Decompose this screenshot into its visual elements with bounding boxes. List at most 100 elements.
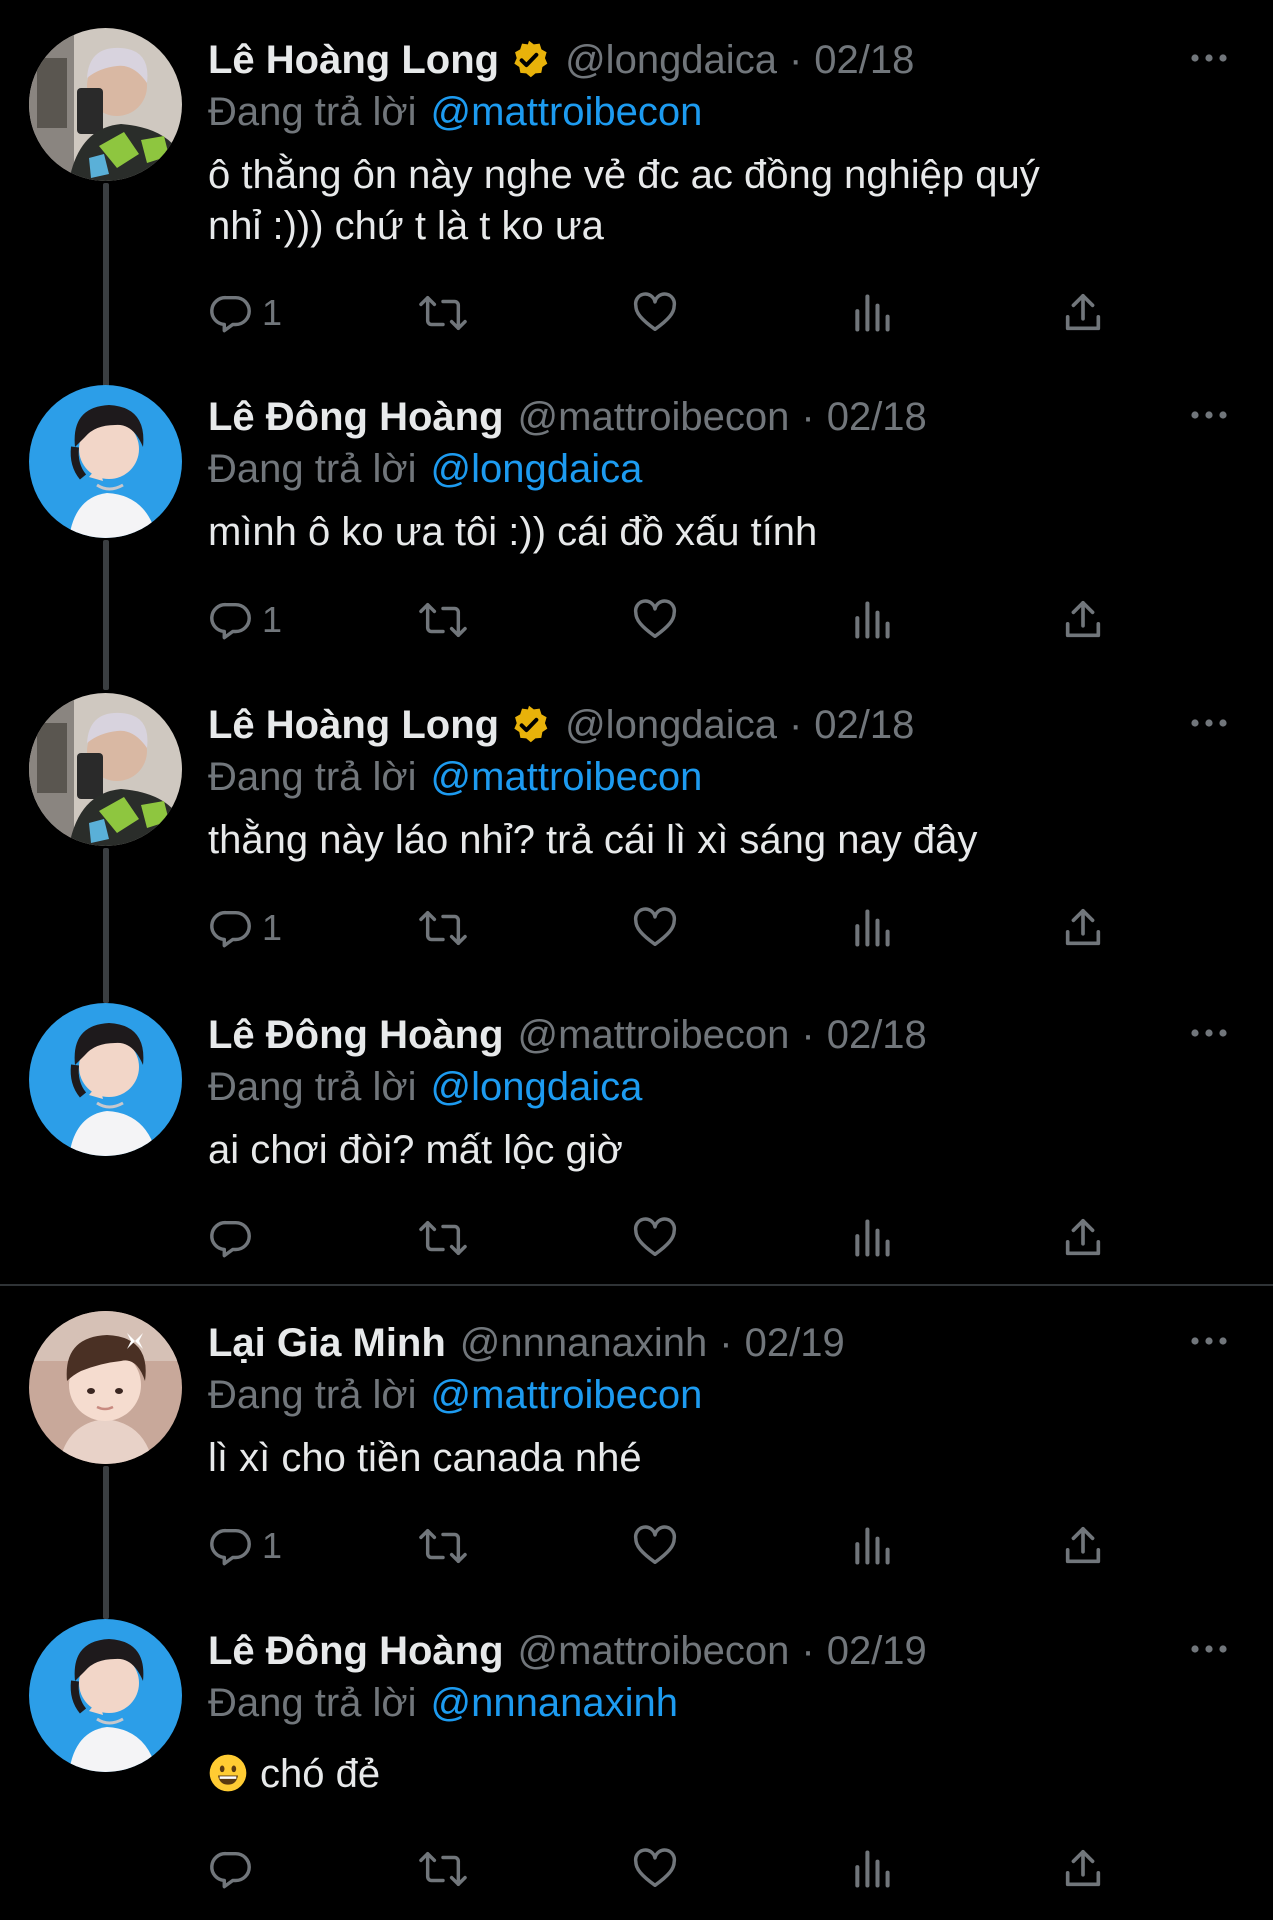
share-button[interactable] [1060,288,1106,338]
share-icon [1065,1849,1101,1887]
replying-to-handle[interactable]: @mattroibecon [431,755,703,799]
avatar[interactable] [29,693,182,846]
replying-to-handle[interactable]: @mattroibecon [431,1373,703,1417]
more-icon[interactable] [1189,1021,1229,1045]
tweet-actions: 1 [208,903,1108,953]
share-button[interactable] [1060,903,1106,953]
like-button[interactable] [632,1844,678,1894]
views-button[interactable] [850,1844,894,1894]
avatar[interactable] [29,1003,182,1156]
replying-to-handle[interactable]: @longdaica [431,447,643,491]
retweet-icon [419,295,467,331]
tweet-actions: 1 [208,1521,1108,1571]
display-name[interactable]: Lê Đông Hoàng [208,393,504,441]
reply-button[interactable] [208,1844,262,1894]
share-icon [1065,908,1101,946]
replying-to-handle[interactable]: @nnnanaxinh [431,1681,678,1725]
heart-icon [633,292,677,332]
reply-count: 1 [262,1525,283,1566]
avatar[interactable] [29,1311,182,1464]
replying-to-handle[interactable]: @longdaica [431,1065,643,1109]
replying-to: Đang trả lời @mattroibecon [208,88,702,136]
handle[interactable]: @longdaica [565,36,777,84]
handle[interactable]: @mattroibecon [518,1011,790,1059]
heart-icon [633,907,677,947]
retweet-icon [419,1528,467,1564]
replying-to: Đang trả lời @mattroibecon [208,753,702,801]
share-button[interactable] [1060,1213,1106,1263]
retweet-button[interactable] [418,903,468,953]
reply-button[interactable]: 1 [208,1521,282,1571]
views-button[interactable] [850,1521,894,1571]
reply-button[interactable]: 1 [208,288,282,338]
share-button[interactable] [1060,1844,1106,1894]
avatar[interactable] [29,28,182,181]
more-icon[interactable] [1189,711,1229,735]
timestamp[interactable]: 02/19 [827,1627,927,1675]
reply-button[interactable]: 1 [208,595,282,645]
reply-count: 1 [262,599,283,640]
timestamp[interactable]: 02/19 [745,1319,845,1367]
avatar-long-image [29,693,182,846]
more-icon[interactable] [1189,403,1229,427]
share-button[interactable] [1060,1521,1106,1571]
timestamp[interactable]: 02/18 [814,36,914,84]
like-button[interactable] [632,1521,678,1571]
reply-button[interactable] [208,1213,262,1263]
display-name[interactable]: Lại Gia Minh [208,1319,446,1367]
conversation-divider [0,1284,1273,1286]
handle[interactable]: @longdaica [565,701,777,749]
tweet-actions [208,1213,1108,1263]
views-button[interactable] [850,595,894,645]
display-name[interactable]: Lê Đông Hoàng [208,1627,504,1675]
handle[interactable]: @mattroibecon [518,1627,790,1675]
more-icon[interactable] [1189,46,1229,70]
thread-line [103,848,109,1003]
display-name[interactable]: Lê Hoàng Long [208,701,499,749]
display-name[interactable]: Lê Đông Hoàng [208,1011,504,1059]
avatar[interactable] [29,1619,182,1772]
timestamp[interactable]: 02/18 [827,1011,927,1059]
retweet-button[interactable] [418,288,468,338]
verified-badge-icon [507,38,551,82]
replying-to-label: Đang trả lời [208,1373,417,1417]
retweet-button[interactable] [418,1844,468,1894]
handle[interactable]: @nnnanaxinh [460,1319,707,1367]
tweet-text-line: nhỉ :))) chứ t là t ko ưa [208,204,604,248]
retweet-button[interactable] [418,1521,468,1571]
more-icon[interactable] [1189,1637,1229,1661]
views-icon [855,1527,890,1565]
replying-to-label: Đang trả lời [208,90,417,134]
replying-to: Đang trả lời @longdaica [208,445,642,493]
views-button[interactable] [850,1213,894,1263]
grinning-face-emoji [209,1754,247,1792]
tweet-text-line: mình ô ko ưa tôi :)) cái đồ xấu tính [208,510,818,554]
like-button[interactable] [632,1213,678,1263]
share-icon [1065,600,1101,638]
timestamp[interactable]: 02/18 [827,393,927,441]
more-icon[interactable] [1189,1329,1229,1353]
tweet-text: ai chơi đòi? mất lộc giờ [208,1125,1168,1176]
retweet-button[interactable] [418,1213,468,1263]
reply-icon [210,295,251,333]
replying-to-label: Đang trả lời [208,1065,417,1109]
handle[interactable]: @mattroibecon [518,393,790,441]
reply-count: 1 [262,292,283,333]
views-button[interactable] [850,288,894,338]
views-button[interactable] [850,903,894,953]
avatar[interactable] [29,385,182,538]
timestamp[interactable]: 02/18 [814,701,914,749]
replying-to-handle[interactable]: @mattroibecon [431,90,703,134]
like-button[interactable] [632,595,678,645]
share-button[interactable] [1060,595,1106,645]
reply-icon [210,910,251,948]
retweet-button[interactable] [418,595,468,645]
like-button[interactable] [632,903,678,953]
display-name[interactable]: Lê Hoàng Long [208,36,499,84]
reply-icon [210,602,251,640]
reply-count: 1 [262,907,283,948]
like-button[interactable] [632,288,678,338]
replying-to: Đang trả lời @nnnanaxinh [208,1679,678,1727]
reply-button[interactable]: 1 [208,903,282,953]
views-icon [855,294,890,332]
